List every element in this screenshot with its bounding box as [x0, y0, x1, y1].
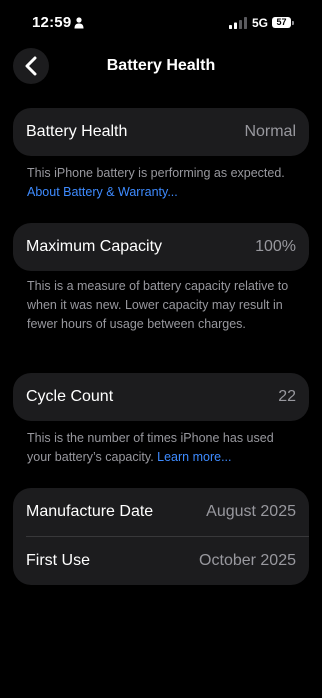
cycle-count-description: This is the number of times iPhone has u… — [27, 431, 274, 464]
first-use-label: First Use — [26, 552, 90, 569]
first-use-row: First Use October 2025 — [13, 537, 309, 585]
manufacture-date-value: August 2025 — [206, 503, 296, 520]
maximum-capacity-note: This is a measure of battery capacity re… — [27, 279, 289, 331]
battery-health-row: Battery Health Normal — [13, 108, 309, 156]
first-use-value: October 2025 — [199, 552, 296, 569]
battery-health-description: This iPhone battery is performing as exp… — [27, 166, 285, 180]
battery-health-value: Normal — [244, 123, 296, 140]
battery-icon: 57 — [272, 17, 296, 29]
status-bar: 12:59 5G 57 — [0, 12, 322, 36]
maximum-capacity-card: Maximum Capacity 100% — [13, 223, 309, 271]
signal-icon — [229, 17, 247, 29]
page-title: Battery Health — [106, 57, 216, 74]
battery-health-note: This iPhone battery is performing as exp… — [27, 164, 297, 202]
cycle-count-row: Cycle Count 22 — [13, 373, 309, 421]
battery-health-label: Battery Health — [26, 123, 128, 140]
battery-health-card: Battery Health Normal — [13, 108, 309, 156]
battery-level: 57 — [272, 17, 291, 28]
learn-more-link[interactable]: Learn more... — [157, 450, 231, 464]
about-battery-warranty-link[interactable]: About Battery & Warranty... — [27, 185, 178, 199]
dates-card: Manufacture Date August 2025 First Use O… — [13, 488, 309, 585]
cycle-count-card: Cycle Count 22 — [13, 373, 309, 421]
maximum-capacity-value: 100% — [255, 238, 296, 255]
cycle-count-label: Cycle Count — [26, 388, 114, 405]
maximum-capacity-label: Maximum Capacity — [26, 238, 163, 255]
battery-health-screen: 12:59 5G 57 Battery Health Battery Healt… — [0, 0, 322, 698]
battery-tip — [292, 20, 294, 25]
person-icon — [74, 17, 84, 29]
maximum-capacity-row: Maximum Capacity 100% — [13, 223, 309, 271]
status-time: 12:59 — [32, 14, 72, 31]
cycle-count-note: This is the number of times iPhone has u… — [27, 429, 297, 467]
cycle-count-value: 22 — [278, 388, 296, 405]
manufacture-date-row: Manufacture Date August 2025 — [13, 488, 309, 536]
manufacture-date-label: Manufacture Date — [26, 503, 154, 520]
network-type: 5G — [252, 16, 269, 30]
